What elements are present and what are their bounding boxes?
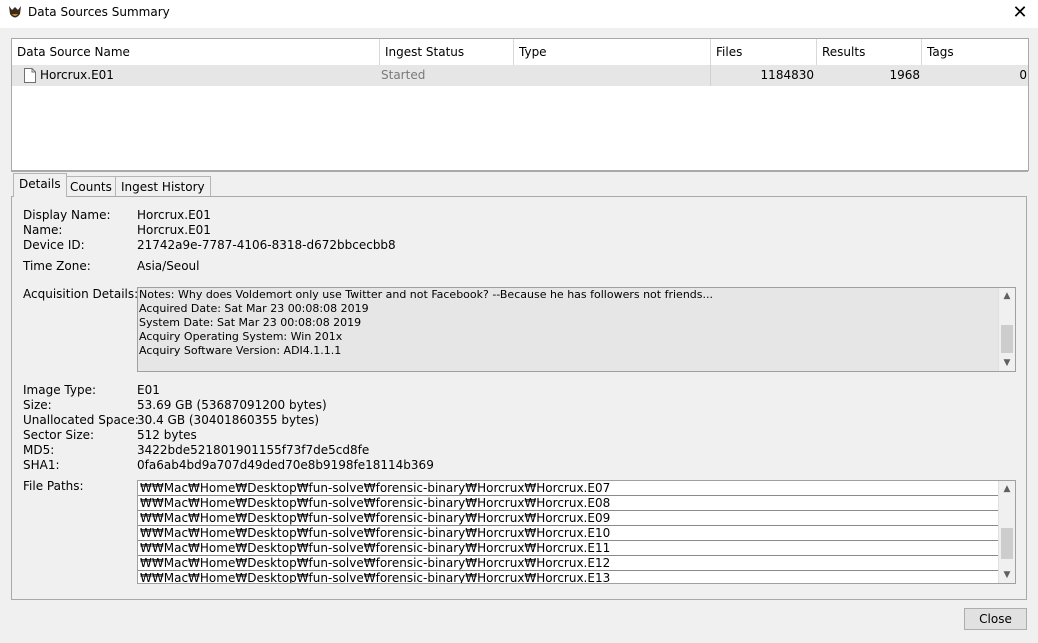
acquisition-line: Acquiry Operating System: Win 201x xyxy=(139,330,343,343)
cell-name-text: Horcrux.E01 xyxy=(40,68,114,82)
image-type-label: Image Type: xyxy=(23,383,97,397)
column-header-results[interactable]: Results xyxy=(817,39,922,65)
file-path-item[interactable]: ₩₩Mac₩Home₩Desktop₩fun-solve₩forensic-bi… xyxy=(138,526,1015,541)
sector-size-label: Sector Size: xyxy=(23,428,95,442)
scroll-down-icon[interactable]: ▼ xyxy=(999,355,1015,371)
column-header-name[interactable]: Data Source Name xyxy=(12,39,380,65)
cell-tags: 0 xyxy=(1019,68,1027,82)
tab-ingest-history[interactable]: Ingest History xyxy=(115,176,211,196)
window-title: Data Sources Summary xyxy=(28,5,170,19)
md5-label: MD5: xyxy=(23,443,55,457)
column-header-type[interactable]: Type xyxy=(514,39,711,65)
file-path-item[interactable]: ₩₩Mac₩Home₩Desktop₩fun-solve₩forensic-bi… xyxy=(138,496,1015,511)
time-zone-label: Time Zone: xyxy=(23,259,91,273)
acquisition-line: System Date: Sat Mar 23 00:08:08 2019 xyxy=(139,316,362,329)
device-id-label: Device ID: xyxy=(23,238,85,252)
time-zone-value: Asia/Seoul xyxy=(137,259,200,273)
divider xyxy=(11,171,1028,172)
cell-name: Horcrux.E01 xyxy=(24,65,380,86)
file-path-item[interactable]: ₩₩Mac₩Home₩Desktop₩fun-solve₩forensic-bi… xyxy=(138,511,1015,526)
file-paths-list[interactable]: ₩₩Mac₩Home₩Desktop₩fun-solve₩forensic-bi… xyxy=(137,480,1016,584)
table-row[interactable]: Horcrux.E01 Started 1184830 1968 0 xyxy=(12,65,1028,86)
acquisition-line: Notes: Why does Voldemort only use Twitt… xyxy=(139,288,713,301)
file-path-item[interactable]: ₩₩Mac₩Home₩Desktop₩fun-solve₩forensic-bi… xyxy=(138,541,1015,556)
cell-results: 1968 xyxy=(889,68,920,82)
size-value: 53.69 GB (53687091200 bytes) xyxy=(137,398,327,412)
name-label: Name: xyxy=(23,223,63,237)
file-path-item[interactable]: ₩₩Mac₩Home₩Desktop₩fun-solve₩forensic-bi… xyxy=(138,556,1015,571)
column-header-files[interactable]: Files xyxy=(711,39,817,65)
column-header-ingest-status[interactable]: Ingest Status xyxy=(380,39,514,65)
sha1-label: SHA1: xyxy=(23,458,60,472)
sha1-value: 0fa6ab4bd9a707d49ded70e8b9198fe18114b369 xyxy=(137,458,434,472)
scroll-down-icon[interactable]: ▼ xyxy=(999,567,1015,583)
scroll-up-icon[interactable]: ▲ xyxy=(999,288,1015,304)
tab-counts[interactable]: Counts xyxy=(64,176,118,196)
sector-size-value: 512 bytes xyxy=(137,428,197,442)
window-close-icon[interactable]: ✕ xyxy=(1008,2,1032,24)
tab-details[interactable]: Details xyxy=(13,173,67,197)
file-paths-scrollbar[interactable]: ▲ ▼ xyxy=(998,481,1015,583)
scroll-up-icon[interactable]: ▲ xyxy=(999,481,1015,497)
display-name-value: Horcrux.E01 xyxy=(137,208,211,222)
cell-ingest-status: Started xyxy=(381,68,426,82)
name-value: Horcrux.E01 xyxy=(137,223,211,237)
display-name-label: Display Name: xyxy=(23,208,111,222)
image-type-value: E01 xyxy=(137,383,160,397)
app-logo-icon xyxy=(9,6,21,18)
unallocated-space-value: 30.4 GB (30401860355 bytes) xyxy=(137,413,320,427)
scroll-thumb[interactable] xyxy=(1001,528,1013,559)
file-path-item[interactable]: ₩₩Mac₩Home₩Desktop₩fun-solve₩forensic-bi… xyxy=(138,481,1015,496)
table-header: Data Source Name Ingest Status Type File… xyxy=(12,39,1028,66)
md5-value: 3422bde521801901155f73f7de5cd8fe xyxy=(137,443,370,457)
cell-files: 1184830 xyxy=(760,68,814,82)
acquisition-scrollbar[interactable]: ▲ ▼ xyxy=(998,288,1015,371)
cell-type xyxy=(514,65,711,86)
unallocated-space-label: Unallocated Space: xyxy=(23,413,139,427)
size-label: Size: xyxy=(23,398,52,412)
file-paths-label: File Paths: xyxy=(23,479,84,493)
title-bar: Data Sources Summary ✕ xyxy=(0,0,1038,28)
data-sources-table: Data Source Name Ingest Status Type File… xyxy=(11,38,1029,171)
acquisition-details-textarea[interactable]: Notes: Why does Voldemort only use Twitt… xyxy=(137,287,1016,372)
acquisition-line: Acquired Date: Sat Mar 23 00:08:08 2019 xyxy=(139,302,369,315)
file-path-item[interactable]: ₩₩Mac₩Home₩Desktop₩fun-solve₩forensic-bi… xyxy=(138,571,1015,583)
scroll-thumb[interactable] xyxy=(1001,325,1013,353)
acquisition-details-label: Acquisition Details: xyxy=(23,287,139,301)
acquisition-line: Acquiry Software Version: ADI4.1.1.1 xyxy=(139,344,342,357)
file-icon xyxy=(24,68,36,83)
column-header-tags[interactable]: Tags xyxy=(922,39,1028,65)
close-button[interactable]: Close xyxy=(964,608,1027,630)
device-id-value: 21742a9e-7787-4106-8318-d672bbcecbb8 xyxy=(137,238,396,252)
